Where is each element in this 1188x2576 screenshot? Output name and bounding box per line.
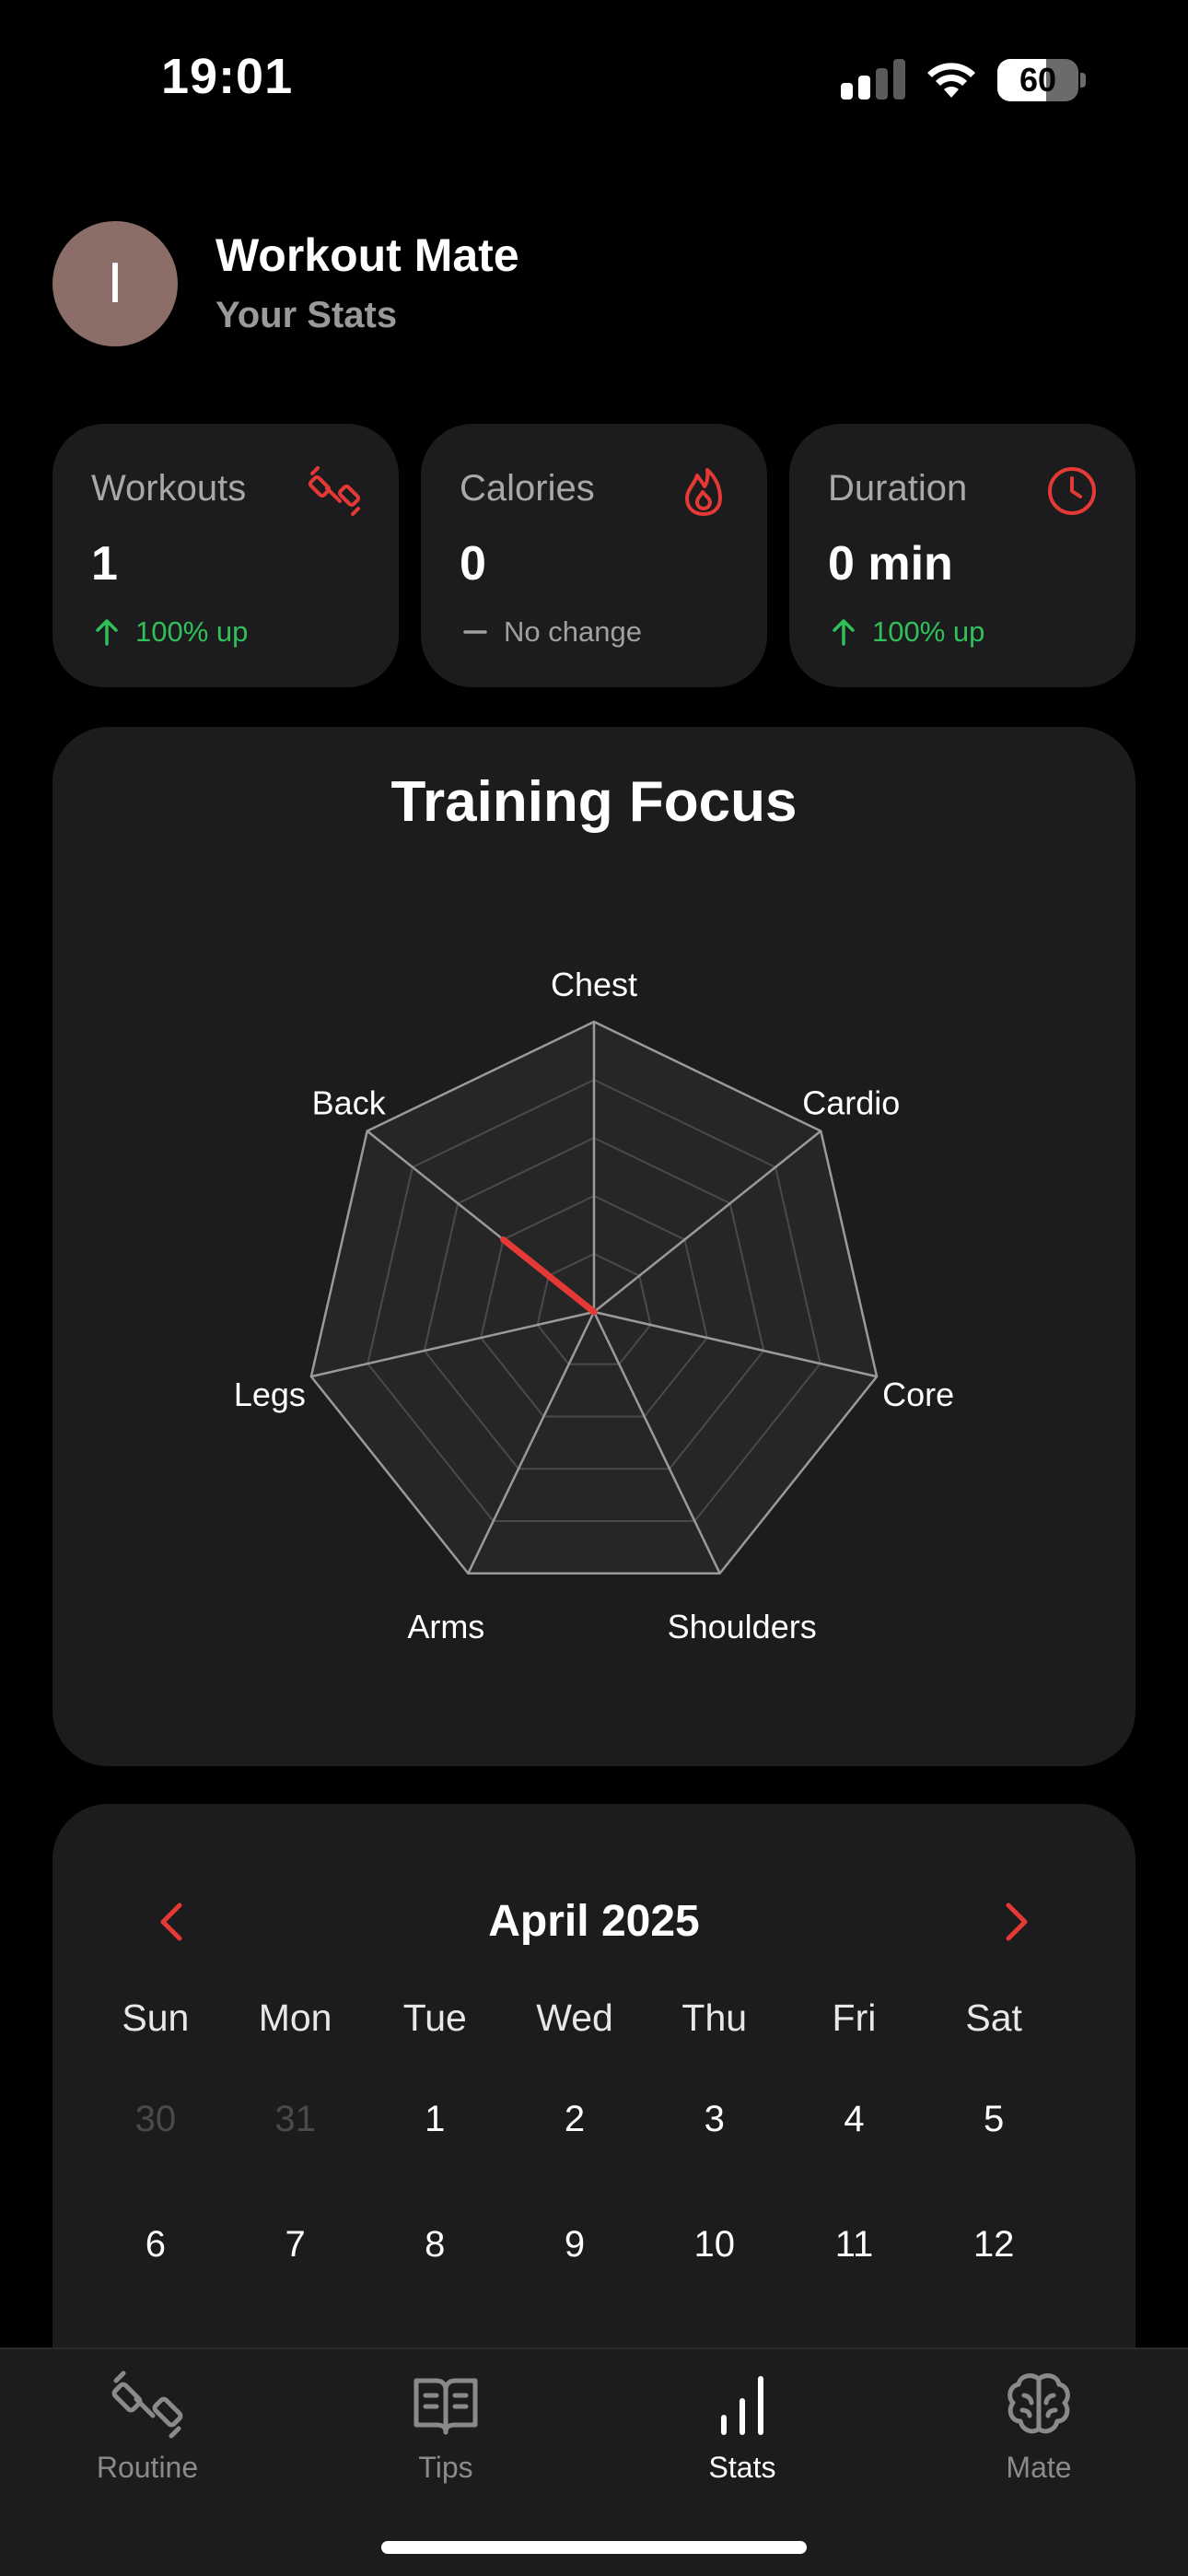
calendar-grid: Sun Mon Tue Wed Thu Fri Sat 30 31 1 2 3 … (86, 1990, 1064, 2342)
dash-icon (463, 630, 487, 634)
tab-stats[interactable]: Stats (641, 2368, 844, 2485)
stat-value: 0 min (828, 537, 953, 591)
calendar-day[interactable]: 1 (365, 2091, 505, 2217)
training-focus-radar-chart: Chest Cardio Core Shoulders Arms Legs Back (234, 966, 954, 1645)
radar-axis-label: Core (882, 1376, 954, 1413)
tab-tips[interactable]: Tips (344, 2368, 547, 2485)
weekday-label: Fri (832, 1996, 877, 2039)
dumbbell-icon (309, 466, 361, 516)
arrow-up-icon (96, 619, 118, 646)
stat-delta: 100% up (91, 615, 248, 649)
calendar-day[interactable]: 7 (226, 2217, 366, 2342)
clock-icon (1048, 467, 1096, 515)
stat-delta-text: 100% up (135, 615, 249, 648)
calendar-day[interactable]: 6 (86, 2217, 226, 2342)
bar-chart-icon (721, 2376, 763, 2435)
tab-label: Stats (708, 2451, 776, 2484)
app-title: Workout Mate (215, 229, 519, 281)
stat-card-calories[interactable]: Calories 0 No change (421, 424, 767, 687)
stat-delta: No change (460, 615, 642, 649)
battery-percent: 60 (1019, 61, 1057, 99)
calendar-day[interactable]: 5 (924, 2091, 1064, 2217)
calendar-day[interactable]: 2 (505, 2091, 645, 2217)
page-subtitle: Your Stats (215, 295, 398, 335)
training-focus-card: Training Focus Chest Cardio Core Shoulders A… (52, 727, 1136, 1766)
weekday-label: Sun (122, 1996, 190, 2039)
calendar-week-row: 30 31 1 2 3 4 5 (86, 2091, 1064, 2217)
calendar-day[interactable]: 9 (505, 2217, 645, 2342)
calendar-day[interactable]: 4 (785, 2091, 925, 2217)
dumbbell-icon (111, 2371, 183, 2439)
brain-icon (1007, 2373, 1070, 2434)
calendar-week-row: 6 7 8 9 10 11 12 (86, 2217, 1064, 2342)
stat-label: Duration (828, 468, 968, 509)
weekday-label: Mon (258, 1996, 332, 2039)
calendar-day[interactable]: 3 (645, 2091, 785, 2217)
radar-axis-label: Chest (551, 966, 637, 1003)
calendar-day[interactable]: 10 (645, 2217, 785, 2342)
status-time: 19:01 (161, 49, 294, 104)
radar-axis-label: Back (312, 1084, 387, 1122)
book-icon (413, 2378, 478, 2435)
status-bar: 19:01 60 (0, 0, 1188, 157)
stat-delta: 100% up (828, 615, 984, 649)
weekday-label: Sat (965, 1996, 1022, 2039)
flame-icon (685, 468, 722, 516)
weekday-label: Thu (681, 1996, 748, 2039)
stat-delta-text: No change (504, 615, 642, 648)
arrow-up-icon (833, 619, 855, 646)
chevron-right-icon[interactable] (988, 1894, 1043, 1950)
radar-axis-label: Cardio (802, 1084, 900, 1122)
stat-card-duration[interactable]: Duration 0 min 100% up (789, 424, 1136, 687)
stat-delta-text: 100% up (872, 615, 985, 648)
stat-label: Calories (460, 468, 595, 509)
tab-mate[interactable]: Mate (938, 2368, 1140, 2485)
stat-value: 0 (460, 537, 486, 591)
cellular-signal-icon (841, 59, 905, 100)
tab-label: Tips (418, 2451, 473, 2484)
tab-label: Routine (96, 2451, 199, 2484)
weekday-label: Wed (536, 1996, 613, 2039)
calendar-day[interactable]: 31 (226, 2091, 366, 2217)
calendar-day[interactable]: 8 (365, 2217, 505, 2342)
stat-card-workouts[interactable]: Workouts 1 100% up (52, 424, 399, 687)
calendar-day[interactable]: 11 (785, 2217, 925, 2342)
radar-axis-label: Arms (407, 1608, 484, 1645)
weekday-label: Tue (402, 1996, 467, 2039)
tab-label: Mate (1006, 2451, 1072, 2484)
home-indicator (381, 2541, 807, 2554)
calendar-day[interactable]: 12 (924, 2217, 1064, 2342)
stat-label: Workouts (91, 468, 247, 509)
calendar-weekday-row: Sun Mon Tue Wed Thu Fri Sat (86, 1990, 1064, 2091)
battery-icon: 60 (997, 59, 1086, 101)
calendar-month-title: April 2025 (488, 1897, 700, 1946)
calendar-day[interactable]: 30 (86, 2091, 226, 2217)
avatar[interactable]: I (52, 221, 178, 346)
tab-routine[interactable]: Routine (46, 2368, 249, 2485)
stat-value: 1 (91, 537, 118, 591)
radar-axis-label: Legs (234, 1376, 306, 1413)
wifi-icon (927, 63, 975, 98)
radar-axis-label: Shoulders (668, 1608, 817, 1645)
